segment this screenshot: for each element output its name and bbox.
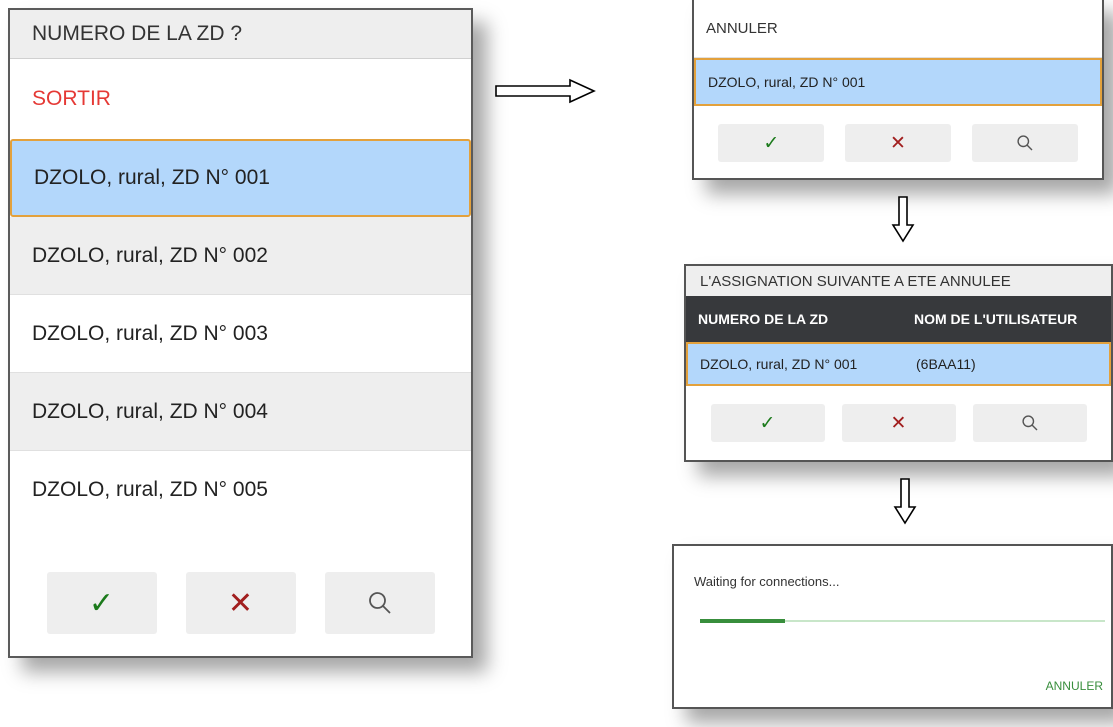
cell-user: (6BAA11) [916, 356, 976, 372]
check-icon: ✓ [759, 412, 776, 434]
search-button[interactable] [972, 404, 1087, 442]
dialog-actions: ✓ ✕ [10, 572, 471, 634]
flow-arrow-down [891, 196, 915, 243]
list-item[interactable]: DZOLO, rural, ZD N° 001 [694, 58, 1102, 106]
dialog-actions: ✓ ✕ [686, 386, 1111, 442]
search-button[interactable] [324, 572, 435, 634]
zd-select-dialog: NUMERO DE LA ZD ? SORTIR DZOLO, rural, Z… [8, 8, 473, 658]
list-item[interactable]: DZOLO, rural, ZD N° 001 [10, 139, 471, 217]
assignment-cancelled-dialog: L'ASSIGNATION SUIVANTE A ETE ANNULEE NUM… [684, 264, 1113, 462]
cancel-button[interactable]: ✕ [185, 572, 296, 634]
confirm-button[interactable]: ✓ [46, 572, 157, 634]
search-icon [1016, 134, 1034, 152]
flow-arrow-down [893, 478, 917, 525]
progress-bar-fill [700, 619, 786, 623]
table-row[interactable]: DZOLO, rural, ZD N° 001 (6BAA11) [686, 342, 1111, 386]
connection-progress-dialog: Waiting for connections... ANNULER [672, 544, 1113, 709]
check-icon: ✓ [88, 586, 115, 620]
search-icon [367, 590, 393, 616]
dialog-actions: ✓ ✕ [694, 106, 1102, 162]
list-item[interactable]: DZOLO, rural, ZD N° 004 [10, 373, 471, 451]
check-icon: ✓ [763, 132, 780, 154]
confirm-button[interactable]: ✓ [718, 124, 825, 162]
close-icon: ✕ [890, 412, 907, 434]
table-header: NUMERO DE LA ZD NOM DE L'UTILISATEUR [686, 296, 1111, 342]
list-item[interactable]: DZOLO, rural, ZD N° 003 [10, 295, 471, 373]
cancel-button[interactable]: ✕ [844, 124, 951, 162]
column-header-user: NOM DE L'UTILISATEUR [914, 311, 1078, 327]
dialog-title: L'ASSIGNATION SUIVANTE A ETE ANNULEE [686, 266, 1111, 296]
flow-arrow-right [495, 78, 596, 104]
list-item[interactable]: DZOLO, rural, ZD N° 005 [10, 451, 471, 529]
cancel-select-dialog: ANNULER DZOLO, rural, ZD N° 001 ✓ ✕ [692, 0, 1104, 180]
confirm-button[interactable]: ✓ [710, 404, 825, 442]
search-icon [1021, 414, 1039, 432]
exit-option[interactable]: SORTIR [10, 59, 471, 139]
search-button[interactable] [971, 124, 1078, 162]
dialog-title: NUMERO DE LA ZD ? [10, 10, 471, 59]
close-icon: ✕ [890, 132, 906, 154]
cell-zd: DZOLO, rural, ZD N° 001 [700, 356, 858, 372]
cancel-option[interactable]: ANNULER [694, 0, 1102, 58]
column-header-zd: NUMERO DE LA ZD [698, 311, 829, 327]
progress-message: Waiting for connections... [694, 574, 840, 589]
cancel-button[interactable]: ✕ [841, 404, 956, 442]
progress-bar [700, 619, 1105, 623]
cancel-button[interactable]: ANNULER [1046, 679, 1103, 693]
list-item[interactable]: DZOLO, rural, ZD N° 002 [10, 217, 471, 295]
close-icon: ✕ [227, 586, 254, 620]
